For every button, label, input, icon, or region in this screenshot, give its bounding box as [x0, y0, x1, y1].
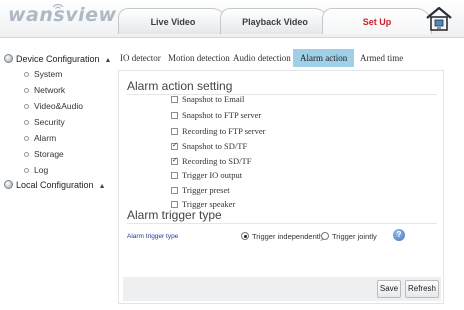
sidebar-item-alarm[interactable]: Alarm: [24, 133, 56, 143]
alarm-trigger-title: Alarm trigger type: [127, 208, 222, 222]
option-snapshot-to-ftp[interactable]: Snapshot to FTP server: [171, 110, 261, 120]
subtab-motion-detection[interactable]: Motion detection: [168, 50, 230, 66]
checkbox-checked[interactable]: [171, 156, 178, 165]
sidebar-item-label: System: [34, 69, 63, 79]
option-label: Snapshot to FTP server: [182, 110, 262, 120]
radio-selected[interactable]: [241, 232, 249, 240]
bullet-icon: [24, 104, 29, 109]
option-trigger-io-output[interactable]: Trigger IO output: [171, 170, 242, 180]
checkbox[interactable]: [171, 172, 178, 179]
radio-trigger-independently[interactable]: Trigger independently: [241, 232, 324, 241]
option-recording-to-sd[interactable]: Recording to SD/TF: [171, 156, 251, 166]
bullet-icon: [24, 168, 29, 173]
sidebar-item-label: Security: [34, 117, 65, 127]
home-icon[interactable]: [424, 4, 454, 34]
option-label: Recording to FTP server: [182, 126, 266, 136]
option-label: Snapshot to SD/TF: [182, 141, 248, 151]
radio-label: Trigger independently: [252, 232, 325, 241]
sidebar-item-system[interactable]: System: [24, 69, 62, 79]
sidebar: Device Configuration ▲ System Network Vid…: [0, 48, 111, 310]
checkbox[interactable]: [171, 112, 178, 119]
sidebar-item-network[interactable]: Network: [24, 85, 65, 95]
checkbox[interactable]: [171, 128, 178, 135]
bullet-icon: [24, 72, 29, 77]
alarm-action-title: Alarm action setting: [127, 79, 233, 93]
local-config-icon: [4, 180, 13, 189]
radio-unselected[interactable]: [321, 232, 329, 240]
checkbox[interactable]: [171, 96, 178, 103]
tab-set-up[interactable]: Set Up: [322, 8, 432, 34]
content-panel: Alarm action setting Snapshot to Email S…: [118, 70, 444, 304]
collapse-caret-icon[interactable]: ▲: [105, 57, 112, 64]
sidebar-item-label: Log: [34, 165, 49, 175]
help-icon[interactable]: ?: [393, 229, 405, 241]
option-label: Trigger preset: [182, 185, 230, 195]
collapse-caret-icon[interactable]: ▲: [99, 183, 106, 190]
sidebar-item-video-audio[interactable]: Video&Audio: [24, 101, 83, 111]
checkbox-checked[interactable]: [171, 141, 178, 150]
refresh-button[interactable]: Refresh: [405, 280, 439, 298]
top-header: wansview Live Video Playback Video Set U…: [0, 0, 464, 38]
bullet-icon: [24, 88, 29, 93]
sidebar-item-label: Video&Audio: [34, 101, 83, 111]
alarm-trigger-type-label: Alarm trigger type: [127, 233, 179, 240]
subtab-io-detector[interactable]: IO detector: [120, 50, 161, 66]
sidebar-item-security[interactable]: Security: [24, 117, 65, 127]
sidebar-group-label: Device Configuration: [16, 54, 100, 64]
bullet-icon: [24, 152, 29, 157]
sidebar-item-storage[interactable]: Storage: [24, 149, 64, 159]
device-config-icon: [4, 54, 13, 63]
wifi-icon: [52, 3, 64, 9]
sidebar-group-label: Local Configuration: [16, 180, 94, 190]
bullet-icon: [24, 120, 29, 125]
subtab-armed-time[interactable]: Armed time: [360, 50, 403, 66]
section-divider: [127, 223, 437, 224]
sidebar-item-label: Storage: [34, 149, 64, 159]
sidebar-item-label: Network: [34, 85, 66, 95]
bullet-icon: [24, 136, 29, 141]
subtab-audio-detection[interactable]: Audio detection: [233, 50, 291, 66]
sidebar-group-device-configuration[interactable]: Device Configuration ▲: [4, 54, 111, 64]
checkbox[interactable]: [171, 187, 178, 194]
radio-label: Trigger jointly: [332, 232, 377, 241]
tab-live-video[interactable]: Live Video: [118, 8, 228, 34]
sidebar-item-label: Alarm: [34, 133, 57, 143]
option-label: Recording to SD/TF: [182, 156, 252, 166]
subtab-alarm-action[interactable]: Alarm action: [293, 49, 355, 67]
checkbox[interactable]: [171, 201, 178, 208]
option-snapshot-to-email[interactable]: Snapshot to Email: [171, 94, 244, 104]
option-label: Snapshot to Email: [182, 94, 245, 104]
option-recording-to-ftp[interactable]: Recording to FTP server: [171, 126, 266, 136]
option-trigger-preset[interactable]: Trigger preset: [171, 185, 230, 195]
save-button[interactable]: Save: [377, 280, 401, 298]
tab-playback-video[interactable]: Playback Video: [220, 8, 330, 34]
option-snapshot-to-sd[interactable]: Snapshot to SD/TF: [171, 141, 247, 151]
sidebar-item-log[interactable]: Log: [24, 165, 48, 175]
sidebar-group-local-configuration[interactable]: Local Configuration ▲: [4, 180, 106, 190]
radio-trigger-jointly[interactable]: Trigger jointly: [321, 232, 377, 241]
option-label: Trigger IO output: [182, 170, 243, 180]
